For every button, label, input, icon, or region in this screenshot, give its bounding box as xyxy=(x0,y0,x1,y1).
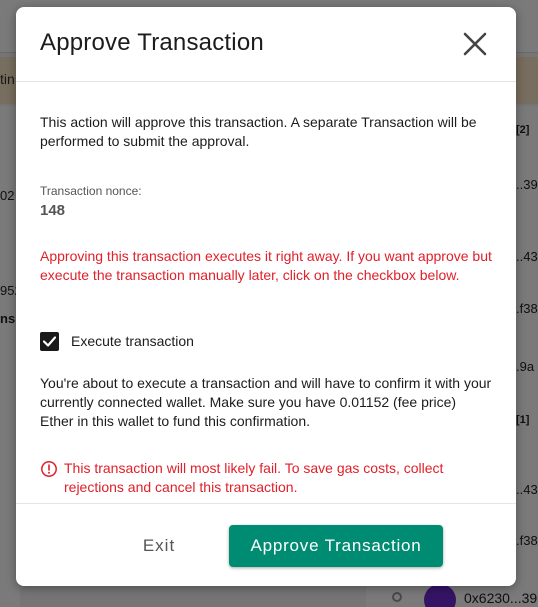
fee-info-text: You're about to execute a transaction an… xyxy=(40,375,492,429)
intro-text: This action will approve this transactio… xyxy=(40,114,477,149)
nonce-label: Transaction nonce: xyxy=(40,184,142,198)
approve-transaction-button[interactable]: Approve Transaction xyxy=(229,525,443,567)
modal-footer: Exit Approve Transaction xyxy=(16,503,516,586)
execute-warning: Approving this transaction executes it r… xyxy=(40,248,492,283)
background-right-text: [1] xyxy=(516,414,530,426)
background-left-text: 02 xyxy=(0,188,15,203)
execute-transaction-checkbox-row[interactable]: Execute transaction xyxy=(40,331,194,351)
modal-title: Approve Transaction xyxy=(40,29,264,56)
close-icon xyxy=(463,32,487,56)
checkmark-icon xyxy=(42,335,57,347)
modal-header: Approve Transaction xyxy=(16,7,516,82)
background-right-text: .9a xyxy=(516,359,535,374)
fail-warning: This transaction will most likely fail. … xyxy=(40,459,492,497)
fail-warning-text: This transaction will most likely fail. … xyxy=(64,460,444,495)
nonce-value: 148 xyxy=(40,202,66,219)
background-right-text: ..39E xyxy=(516,177,538,192)
execute-transaction-checkbox[interactable] xyxy=(40,331,59,351)
approve-transaction-modal: Approve Transaction This action will app… xyxy=(16,7,516,586)
timeline-dot-icon xyxy=(392,592,402,602)
background-right-text: .f38 xyxy=(516,301,538,316)
background-right-text: ..43 xyxy=(516,482,538,497)
info-icon xyxy=(41,461,57,477)
execute-transaction-label: Execute transaction xyxy=(71,333,194,349)
background-right-text: [2] xyxy=(516,124,530,136)
background-banner-text: tin xyxy=(0,71,15,87)
background-right-text: .f38 xyxy=(516,533,538,548)
background-address: 0x6230...39E xyxy=(464,590,538,606)
close-button[interactable] xyxy=(460,29,490,59)
exit-button[interactable]: Exit xyxy=(112,525,206,567)
background-right-text: ..43 xyxy=(516,249,538,264)
